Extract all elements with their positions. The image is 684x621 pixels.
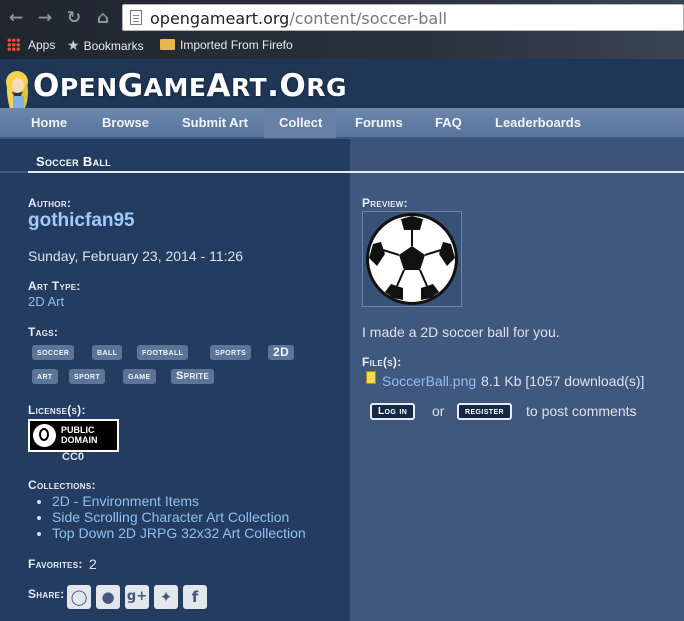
google-plus-icon[interactable]: g+ xyxy=(125,585,149,609)
reload-icon[interactable]: ↻ xyxy=(64,9,84,27)
nav-faq[interactable]: FAQ xyxy=(435,115,462,130)
tag-soccer[interactable]: soccer xyxy=(32,345,75,360)
bookmark-bookmarks[interactable]: ★ Bookmarks xyxy=(67,37,144,53)
info-column xyxy=(0,173,350,621)
tag-football[interactable]: football xyxy=(137,345,189,360)
favorites-count: 2 xyxy=(89,556,97,572)
bookmarks-bar: Apps ★ Bookmarks Imported From Firefo xyxy=(0,34,684,56)
browser-toolbar: ← → ↻ ⌂ opengameart.org/content/soccer-b… xyxy=(0,0,684,59)
site-logo[interactable]: OPENGAMEART.ORG xyxy=(33,68,347,104)
soccer-ball-icon xyxy=(366,213,458,305)
login-button[interactable]: Log in xyxy=(370,403,416,420)
nav-browse[interactable]: Browse xyxy=(102,115,149,130)
post-comments-text: to post comments xyxy=(526,403,637,419)
page-title: Soccer Ball xyxy=(36,154,111,169)
tag-art[interactable]: art xyxy=(32,369,58,384)
back-icon[interactable]: ← xyxy=(6,9,26,27)
tags-label: Tags: xyxy=(28,325,59,339)
nav-collect[interactable]: Collect xyxy=(279,115,322,130)
art-type-label: Art Type: xyxy=(28,279,81,293)
files-label: File(s): xyxy=(362,355,402,369)
art-type-link[interactable]: 2D Art xyxy=(28,294,64,309)
facebook-icon[interactable]: f xyxy=(183,585,207,609)
identica-icon[interactable]: ◯ xyxy=(67,585,91,609)
tag-game[interactable]: game xyxy=(123,369,156,384)
tag-sprite[interactable]: Sprite xyxy=(171,369,215,384)
nav-submit-art[interactable]: Submit Art xyxy=(182,115,248,130)
collection-item[interactable]: 2D - Environment Items xyxy=(52,493,306,509)
public-domain-badge[interactable]: PUBLIC DOMAIN xyxy=(28,419,119,452)
soccer-ball-preview[interactable] xyxy=(362,211,462,307)
collections-list: 2D - Environment Items Side Scrolling Ch… xyxy=(52,493,306,541)
main-nav: Home Browse Submit Art Collect Forums FA… xyxy=(0,108,684,138)
license-label: License(s): xyxy=(28,403,86,417)
or-text: or xyxy=(432,403,445,419)
favorites-label: Favorites: xyxy=(28,557,83,571)
nav-forums[interactable]: Forums xyxy=(355,115,403,130)
tag-sports[interactable]: sports xyxy=(210,345,252,360)
collection-item[interactable]: Side Scrolling Character Art Collection xyxy=(52,509,306,525)
address-bar[interactable]: opengameart.org/content/soccer-ball xyxy=(122,4,684,31)
author-label: Author: xyxy=(28,196,72,210)
reddit-icon[interactable]: ● xyxy=(96,585,120,609)
share-label: Share: xyxy=(28,587,65,601)
twitter-icon[interactable]: ✦ xyxy=(154,585,178,609)
star-icon: ★ xyxy=(67,37,80,53)
file-link[interactable]: SoccerBall.png xyxy=(382,373,476,389)
forward-icon[interactable]: → xyxy=(35,9,55,27)
preview-label: Preview: xyxy=(362,196,408,210)
nav-leaderboards[interactable]: Leaderboards xyxy=(495,115,581,130)
register-button[interactable]: register xyxy=(457,403,512,420)
license-name: CC0 xyxy=(62,451,85,463)
bookmark-imported[interactable]: Imported From Firefo xyxy=(160,37,293,53)
description: I made a 2D soccer ball for you. xyxy=(362,324,560,340)
url-text[interactable]: opengameart.org/content/soccer-ball xyxy=(150,9,447,28)
collections-label: Collections: xyxy=(28,478,96,492)
author-link[interactable]: gothicfan95 xyxy=(28,210,135,232)
file-info: 8.1 Kb [1057 download(s)] xyxy=(481,373,645,389)
apps-icon[interactable] xyxy=(7,38,20,51)
file-icon xyxy=(366,371,376,384)
folder-icon xyxy=(160,39,175,50)
bookmark-apps[interactable]: Apps xyxy=(28,37,55,53)
home-icon[interactable]: ⌂ xyxy=(93,9,113,27)
tag-sport[interactable]: sport xyxy=(69,369,106,384)
collection-item[interactable]: Top Down 2D JRPG 32x32 Art Collection xyxy=(52,525,306,541)
nav-home[interactable]: Home xyxy=(31,115,67,130)
page-icon xyxy=(130,10,142,25)
cc0-icon xyxy=(33,424,56,447)
tag-2d[interactable]: 2D xyxy=(268,345,295,360)
tag-ball[interactable]: ball xyxy=(92,345,123,360)
post-date: Sunday, February 23, 2014 - 11:26 xyxy=(28,248,244,264)
